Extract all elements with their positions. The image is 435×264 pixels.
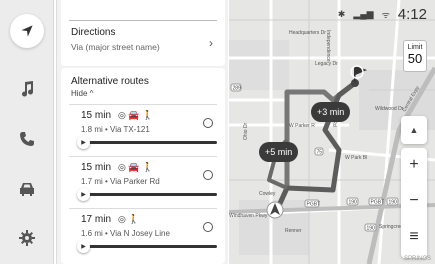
- route-meta: 1.8 mi • Via TX-121: [81, 125, 150, 134]
- bluetooth-icon: ✱: [337, 9, 346, 19]
- wifi-icon: ᯤ: [381, 10, 390, 20]
- car-icon: [20, 183, 34, 196]
- music-button[interactable]: [13, 75, 41, 103]
- divider: [69, 20, 217, 21]
- hide-toggle[interactable]: Hide ^: [71, 89, 93, 98]
- street-label: Legacy Dr: [315, 61, 338, 67]
- map-watermark: SPRINGS: [403, 256, 431, 262]
- street-label: Headquarters Dr: [289, 30, 326, 36]
- left-rail: [0, 0, 54, 264]
- route-progress-bar: [81, 141, 217, 144]
- street-label: Renner: [285, 228, 302, 234]
- vehicle-button[interactable]: [13, 175, 41, 203]
- speed-limit-sign: Limit 50: [403, 40, 427, 72]
- route-mode-icons: ◎ 🚘 🚶: [118, 110, 154, 120]
- play-icon[interactable]: ▶: [77, 136, 90, 149]
- route-option-3[interactable]: 17 min ◎ 🚶 1.6 mi • Via N Josey Line ▶: [61, 208, 225, 260]
- street-label: W Parker R: [289, 123, 315, 129]
- route-radio[interactable]: [203, 170, 213, 180]
- route-mode-icons: ◎ 🚘 🚶: [118, 162, 154, 172]
- navigation-arrow-icon: [21, 25, 33, 37]
- speed-limit-value: 50: [407, 51, 423, 66]
- road-shield: 75: [317, 150, 323, 156]
- road-shield: PGBT: [307, 202, 321, 208]
- status-bar: ✱ ▂▄▆ ᯤ 4:12: [338, 6, 427, 23]
- phone-button[interactable]: [13, 125, 41, 153]
- road-shield: 190: [349, 200, 358, 206]
- street-label: Cowley: [259, 191, 276, 197]
- street-label: Ohio Dr: [243, 122, 249, 140]
- signal-icon: ▂▄▆: [353, 9, 374, 19]
- alternative-routes-card: Alternative routes Hide ^ 15 min ◎ 🚘 🚶 1…: [61, 68, 225, 264]
- route-delay-bubble[interactable]: +3 min: [311, 102, 351, 122]
- directions-title: Directions: [71, 27, 116, 38]
- road-shield: PGBT: [371, 200, 385, 206]
- speed-limit-label: Limit: [407, 44, 423, 51]
- route-radio[interactable]: [203, 118, 213, 128]
- street-label: Windhaven Pkwy: [229, 213, 268, 219]
- play-icon[interactable]: ▶: [77, 240, 90, 253]
- compass-icon: ▲: [409, 125, 419, 135]
- divider: [69, 208, 217, 209]
- street-label: W Park Bl: [345, 155, 367, 161]
- route-time: 15 min: [81, 110, 112, 121]
- route-radio[interactable]: [203, 222, 213, 232]
- settings-button[interactable]: [13, 224, 41, 252]
- zoom-out-button[interactable]: −: [401, 186, 427, 216]
- gear-icon: [19, 230, 35, 246]
- road-shield: 190: [389, 200, 398, 206]
- route-time: 17 min: [81, 214, 112, 225]
- route-progress-bar: [81, 245, 217, 248]
- route-progress-bar: [81, 193, 217, 196]
- directions-card[interactable]: Directions Via (major street name) ›: [61, 0, 225, 66]
- road-shield: 289: [233, 86, 242, 92]
- app-screen: Directions Via (major street name) › Alt…: [0, 0, 435, 264]
- navigation-button[interactable]: [10, 14, 44, 48]
- street-label: Independence: [325, 30, 331, 62]
- directions-subtitle: Via (major street name): [71, 42, 160, 52]
- route-delay-bubble[interactable]: +5 min: [259, 142, 299, 162]
- menu-button[interactable]: ≡: [401, 222, 427, 252]
- route-option-2[interactable]: 15 min ◎ 🚘 🚶 1.7 mi • Via Parker Rd ▶: [61, 156, 225, 208]
- chevron-right-icon[interactable]: ›: [209, 36, 213, 50]
- phone-icon: [20, 132, 34, 146]
- route-time: 15 min: [81, 162, 112, 173]
- route-option-1[interactable]: 15 min ◎ 🚘 🚶 1.8 mi • Via TX-121 ▶: [61, 104, 225, 156]
- map-controls: + − ≡: [401, 148, 427, 258]
- route-mode-icons: ◎ 🚶: [118, 214, 140, 224]
- clock: 4:12: [397, 6, 427, 23]
- compass-button[interactable]: ▲: [401, 116, 427, 144]
- divider: [69, 104, 217, 105]
- road-shield: 190: [367, 226, 376, 232]
- divider: [69, 156, 217, 157]
- route-meta: 1.7 mi • Via Parker Rd: [81, 177, 160, 186]
- music-note-icon: [22, 81, 34, 97]
- alternative-routes-title: Alternative routes: [71, 76, 149, 87]
- current-location-icon: [266, 201, 284, 219]
- route-meta: 1.6 mi • Via N Josey Line: [81, 229, 170, 238]
- map-view[interactable]: 289 75 PGBT PGBT 190 190 190 Legacy Dr W…: [229, 0, 435, 264]
- zoom-in-button[interactable]: +: [401, 150, 427, 180]
- play-icon[interactable]: ▶: [77, 188, 90, 201]
- street-label: Wildwood Dr: [375, 106, 404, 112]
- route-panel: Directions Via (major street name) › Alt…: [56, 0, 228, 264]
